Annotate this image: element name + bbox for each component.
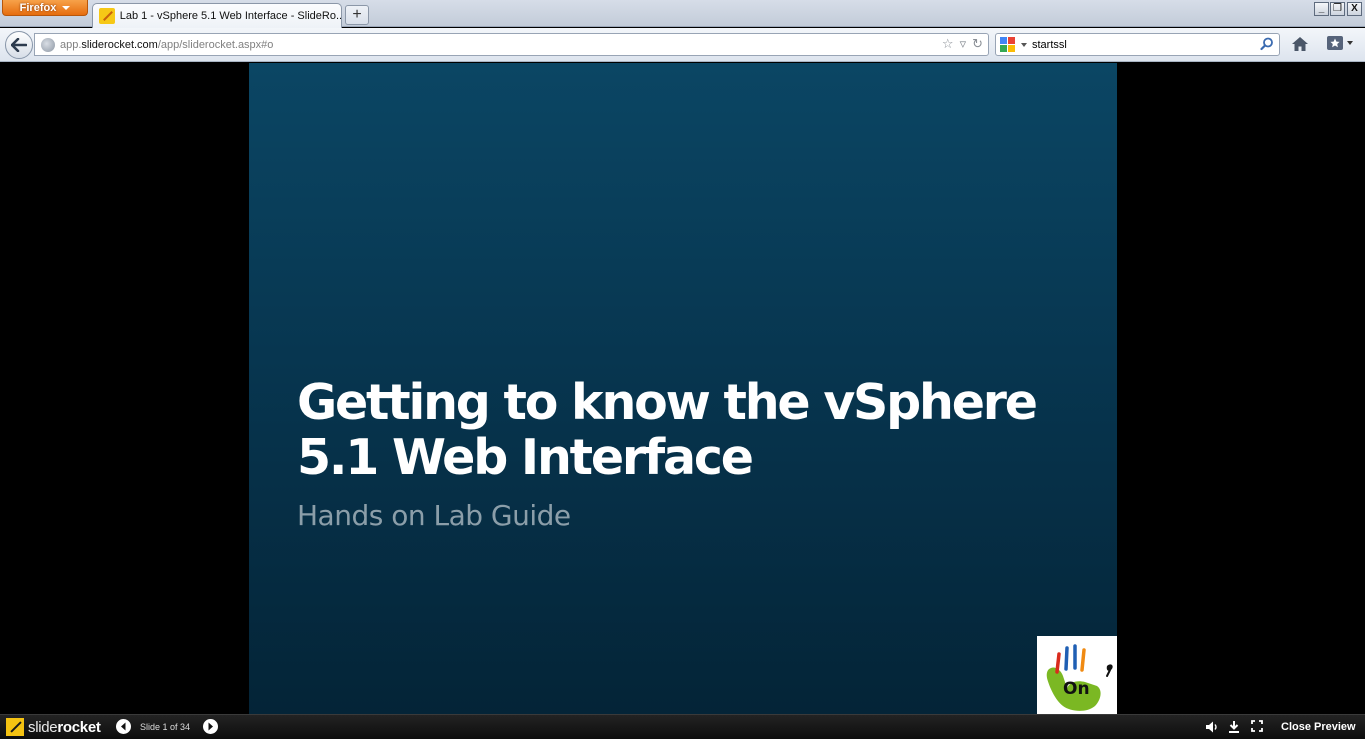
url-bar[interactable]: app. sliderocket.com/app/sliderocket.aspx… [34, 33, 989, 56]
previous-icon [121, 722, 126, 731]
firefox-menu-button[interactable]: Firefox [2, 0, 88, 16]
google-search-engine-icon[interactable] [1000, 36, 1016, 53]
firefox-menu-label: Firefox [19, 1, 57, 14]
minimize-button[interactable]: _ [1314, 2, 1329, 16]
download-icon[interactable] [1228, 720, 1240, 734]
search-bar[interactable]: startssl [995, 33, 1280, 56]
player-controls-bar: sliderocket Slide 1 of 34 Close Preview [0, 714, 1365, 739]
search-input[interactable]: startssl [1032, 39, 1067, 51]
close-window-button[interactable]: X [1347, 2, 1362, 16]
next-icon [208, 722, 213, 731]
tab-active[interactable]: Lab 1 - vSphere 5.1 Web Interface - Slid… [92, 3, 342, 28]
brand-light: slide [28, 718, 58, 736]
hands-on-lab-logo: On [1037, 636, 1117, 714]
bookmarks-menu-button[interactable] [1326, 35, 1353, 51]
sliderocket-logo[interactable]: sliderocket [6, 718, 101, 736]
navigation-toolbar: app. sliderocket.com/app/sliderocket.aspx… [0, 28, 1365, 62]
restore-button[interactable]: ❐ [1330, 2, 1345, 16]
chevron-down-icon [62, 5, 71, 10]
url-subdomain: app. [60, 38, 82, 51]
home-icon[interactable] [1291, 36, 1309, 52]
volume-icon[interactable] [1205, 720, 1219, 734]
brand-bold: rocket [57, 718, 101, 736]
tab-title: Lab 1 - vSphere 5.1 Web Interface - Slid… [119, 10, 341, 22]
close-preview-button[interactable]: Close Preview [1281, 721, 1356, 733]
fullscreen-icon[interactable] [1251, 720, 1263, 732]
bookmarks-icon [1327, 36, 1343, 50]
globe-icon [41, 37, 55, 52]
slide-counter: Slide 1 of 34 [140, 722, 191, 732]
url-path: /app/sliderocket.aspx#o [157, 38, 274, 51]
back-arrow-icon [11, 38, 27, 52]
slide-subtitle: Hands on Lab Guide [297, 499, 571, 532]
slide-title: Getting to know the vSphere 5.1 Web Inte… [297, 374, 1038, 486]
bookmark-star-icon[interactable]: ☆ [942, 36, 954, 52]
previous-slide-button[interactable] [116, 719, 131, 734]
chevron-down-icon [1347, 41, 1353, 45]
url-dropdown-icon[interactable]: ▿ [960, 36, 967, 52]
chevron-down-icon [1021, 42, 1027, 47]
presentation-viewport: Getting to know the vSphere 5.1 Web Inte… [0, 62, 1365, 714]
browser-titlebar: Firefox Lab 1 - vSphere 5.1 Web Interfac… [0, 0, 1365, 28]
url-domain: sliderocket.com [81, 38, 158, 51]
search-icon[interactable] [1260, 37, 1274, 51]
reload-icon[interactable]: ↻ [972, 36, 983, 52]
sliderocket-mark-icon [6, 718, 24, 736]
new-tab-button[interactable]: + [345, 5, 369, 25]
logo-text: On [1063, 679, 1090, 699]
next-slide-button[interactable] [203, 719, 218, 734]
back-button[interactable] [5, 31, 33, 59]
sliderocket-favicon-icon [99, 8, 115, 24]
slide[interactable]: Getting to know the vSphere 5.1 Web Inte… [249, 63, 1117, 714]
